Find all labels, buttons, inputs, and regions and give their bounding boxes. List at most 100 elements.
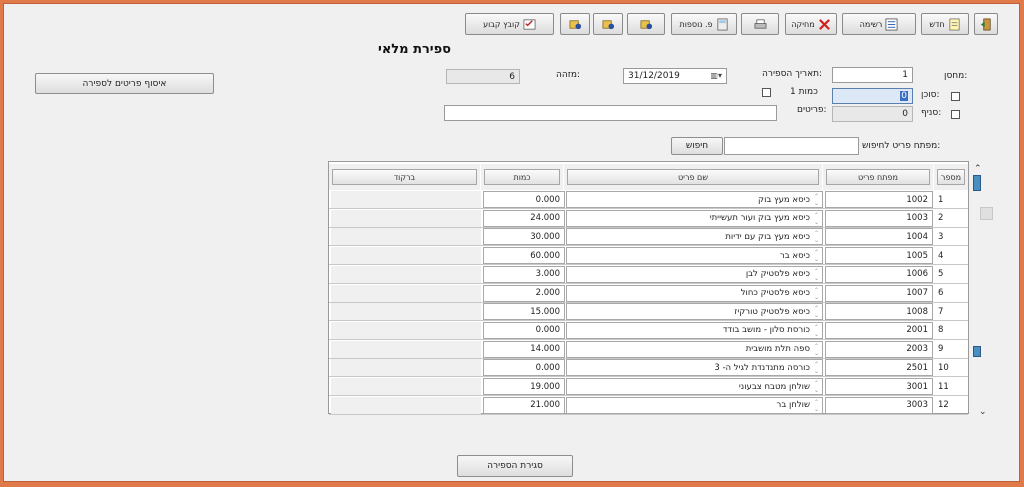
quantity-cell[interactable]: 30.000 — [483, 228, 565, 246]
item-code-cell[interactable]: 2001 — [825, 321, 933, 339]
barcode-cell[interactable] — [331, 359, 481, 377]
barcode-cell[interactable] — [331, 340, 481, 358]
item-name-cell[interactable]: כיסא פלסטיק לבן ⌃ ⌄ — [566, 265, 823, 283]
spin-arrows-icon[interactable]: ⌃ ⌄ — [813, 324, 820, 338]
spin-arrows-icon[interactable]: ⌃ ⌄ — [813, 230, 820, 244]
spin-arrows-icon[interactable]: ⌃ ⌄ — [813, 399, 820, 413]
item-code-cell[interactable]: 1008 — [825, 303, 933, 321]
barcode-cell[interactable] — [331, 303, 481, 321]
quantity-cell[interactable]: 60.000 — [483, 247, 565, 265]
qty1-checkbox[interactable] — [762, 88, 771, 97]
quantity-cell[interactable]: 0.000 — [483, 191, 565, 208]
scroll-up-icon[interactable]: ⌃ — [974, 164, 982, 174]
calendar-dropdown-icon[interactable]: ▥▾ — [710, 71, 722, 80]
table-row[interactable]: 8 2001 כורסת סלון - מושב בודד ⌃ ⌄ 0.000 — [329, 321, 968, 340]
table-row[interactable]: 4 1005 כיסא בר ⌃ ⌄ 60.000 — [329, 246, 968, 266]
count-date-picker[interactable]: 31/12/2019 ▥▾ — [623, 68, 727, 84]
table-row[interactable]: 9 2003 ספה תלת מושבית ⌃ ⌄ 14.000 — [329, 340, 968, 359]
item-code-cell[interactable]: 1003 — [825, 209, 933, 227]
item-code-cell[interactable]: 1002 — [825, 191, 933, 208]
table-row[interactable]: 6 1007 כיסא פלסטיק כחול ⌃ ⌄ 2.000 — [329, 284, 968, 303]
table-row[interactable]: 1 1002 כיסא מעץ בוק ⌃ ⌄ 0.000 — [329, 190, 968, 209]
col-name-header-btn[interactable]: שם פריט — [567, 169, 819, 185]
close-count-button[interactable]: סגירת הספירה — [457, 455, 573, 477]
quantity-cell[interactable]: 19.000 — [483, 378, 565, 395]
spin-arrows-icon[interactable]: ⌃ ⌄ — [813, 380, 820, 394]
spin-arrows-icon[interactable]: ⌃ ⌄ — [813, 193, 820, 207]
exit-button[interactable] — [974, 13, 998, 35]
agent-checkbox[interactable] — [951, 92, 960, 101]
quantity-cell[interactable]: 0.000 — [483, 321, 565, 339]
col-num-header-btn[interactable]: מספר — [937, 169, 965, 185]
barcode-cell[interactable] — [331, 284, 481, 302]
table-row[interactable]: 5 1006 כיסא פלסטיק לבן ⌃ ⌄ 3.000 — [329, 265, 968, 284]
search-button[interactable]: חיפוש — [671, 137, 723, 155]
fixed-files-button[interactable]: קובץ קבוע — [465, 13, 554, 35]
col-code-header-btn[interactable]: מפתח פריט — [826, 169, 930, 185]
barcode-cell[interactable] — [331, 191, 481, 208]
item-name-cell[interactable]: כורסה מתנדנדת לגיל ה- 3 ⌃ ⌄ — [566, 359, 823, 377]
item-name-cell[interactable]: כיסא מעץ בוק עם ידיות ⌃ ⌄ — [566, 228, 823, 246]
item-code-cell[interactable]: 1006 — [825, 265, 933, 283]
grid-scrollbar[interactable]: ⌃ ⌄ — [971, 164, 993, 417]
quantity-cell[interactable]: 3.000 — [483, 265, 565, 283]
table-row[interactable]: 7 1008 כיסא פלסטיק טורקיז ⌃ ⌄ 15.000 — [329, 302, 968, 322]
spin-arrows-icon[interactable]: ⌃ ⌄ — [813, 343, 820, 357]
item-code-cell[interactable]: 3001 — [825, 378, 933, 395]
key-button-1[interactable] — [627, 13, 665, 35]
item-name-cell[interactable]: כיסא מעץ בוק ועור תעשייתי ⌃ ⌄ — [566, 209, 823, 227]
quantity-cell[interactable]: 14.000 — [483, 340, 565, 358]
quantity-cell[interactable]: 24.000 — [483, 209, 565, 227]
barcode-cell[interactable] — [331, 321, 481, 339]
delete-button[interactable]: מחיקה — [785, 13, 837, 35]
item-name-cell[interactable]: כיסא מעץ בוק ⌃ ⌄ — [566, 191, 823, 208]
item-name-cell[interactable]: כורסת סלון - מושב בודד ⌃ ⌄ — [566, 321, 823, 339]
barcode-cell[interactable] — [331, 265, 481, 283]
spin-arrows-icon[interactable]: ⌃ ⌄ — [813, 361, 820, 375]
item-name-cell[interactable]: ספה תלת מושבית ⌃ ⌄ — [566, 340, 823, 358]
item-name-cell[interactable]: כיסא פלסטיק טורקיז ⌃ ⌄ — [566, 303, 823, 321]
quantity-cell[interactable]: 0.000 — [483, 359, 565, 377]
print-button[interactable] — [741, 13, 779, 35]
item-code-cell[interactable]: 1005 — [825, 247, 933, 265]
items-input[interactable] — [444, 105, 777, 121]
barcode-cell[interactable] — [331, 378, 481, 395]
item-code-cell[interactable]: 2501 — [825, 359, 933, 377]
key-button-3[interactable] — [560, 13, 590, 35]
table-row[interactable]: 3 1004 כיסא מעץ בוק עם ידיות ⌃ ⌄ 30.000 — [329, 227, 968, 247]
item-name-cell[interactable]: כיסא בר ⌃ ⌄ — [566, 247, 823, 265]
item-code-cell[interactable]: 1004 — [825, 228, 933, 246]
item-name-cell[interactable]: כיסא פלסטיק כחול ⌃ ⌄ — [566, 284, 823, 302]
barcode-cell[interactable] — [331, 209, 481, 227]
quantity-cell[interactable]: 2.000 — [483, 284, 565, 302]
quantity-cell[interactable]: 15.000 — [483, 303, 565, 321]
warehouse-input[interactable]: 1 — [832, 67, 913, 83]
barcode-cell[interactable] — [331, 247, 481, 265]
spin-arrows-icon[interactable]: ⌃ ⌄ — [813, 287, 820, 301]
more-functions-button[interactable]: פ. נוספות — [671, 13, 737, 35]
item-code-cell[interactable]: 2003 — [825, 340, 933, 358]
table-row[interactable]: 11 3001 שולחן מטבח צבעוני ⌃ ⌄ 19.000 — [329, 377, 968, 396]
col-barcode-header-btn[interactable]: ברקוד — [332, 169, 477, 185]
quantity-cell[interactable]: 21.000 — [483, 396, 565, 414]
table-row[interactable]: 2 1003 כיסא מעץ בוק ועור תעשייתי ⌃ ⌄ 24.000 — [329, 209, 968, 228]
scroll-thumb[interactable] — [980, 207, 993, 220]
barcode-cell[interactable] — [331, 228, 481, 246]
spin-arrows-icon[interactable]: ⌃ ⌄ — [813, 212, 820, 226]
item-code-cell[interactable]: 1007 — [825, 284, 933, 302]
branch-checkbox[interactable] — [951, 110, 960, 119]
add-items-button[interactable]: איסוף פריטים לספירה — [35, 73, 214, 94]
spin-arrows-icon[interactable]: ⌃ ⌄ — [813, 305, 820, 319]
col-qty-header-btn[interactable]: כמות — [484, 169, 560, 185]
table-row[interactable]: 12 3003 שולחן בר ⌃ ⌄ 21.000 — [329, 396, 968, 415]
spin-arrows-icon[interactable]: ⌃ ⌄ — [813, 249, 820, 263]
spin-arrows-icon[interactable]: ⌃ ⌄ — [813, 268, 820, 282]
new-button[interactable]: חדש — [921, 13, 969, 35]
search-input[interactable] — [724, 137, 859, 155]
scroll-down-icon[interactable]: ⌄ — [979, 407, 987, 417]
list-button[interactable]: רשימה — [842, 13, 916, 35]
barcode-cell[interactable] — [331, 396, 481, 414]
item-code-cell[interactable]: 3003 — [825, 396, 933, 414]
item-name-cell[interactable]: שולחן בר ⌃ ⌄ — [566, 396, 823, 414]
agent-input[interactable]: 0 — [832, 88, 913, 104]
